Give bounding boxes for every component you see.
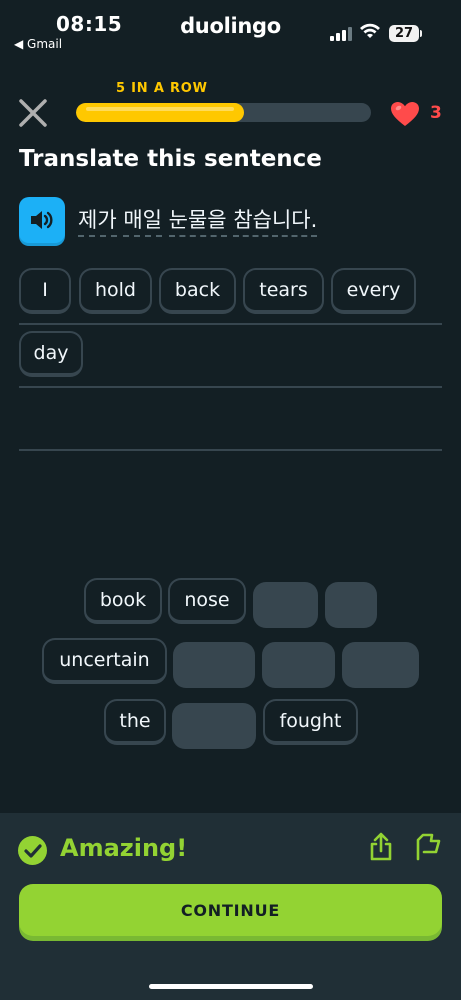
hearts-count: 3: [430, 103, 442, 123]
exercise-title: Translate this sentence: [19, 146, 322, 172]
close-icon[interactable]: [16, 96, 50, 130]
answer-word-chip[interactable]: hold: [79, 268, 152, 314]
word-bank-chip[interactable]: uncertain: [42, 638, 167, 684]
word-bank-chip[interactable]: the: [104, 699, 166, 745]
word-bank-empty-slot: [262, 642, 335, 688]
word-bank-empty-slot: [253, 582, 318, 628]
source-sentence: 제가 매일 눈물을 참습니다.: [78, 204, 318, 237]
answer-word-chip[interactable]: day: [19, 331, 83, 377]
lesson-progress-bar: [76, 103, 371, 122]
word-bank-empty-slot: [172, 703, 256, 749]
feedback-message: Amazing!: [60, 834, 188, 862]
sentence-word[interactable]: 눈물을: [168, 208, 227, 237]
home-indicator[interactable]: [149, 984, 313, 989]
progress-fill: [76, 103, 245, 122]
check-icon: [18, 836, 47, 865]
battery-indicator: 27: [389, 25, 419, 42]
word-bank-empty-slot: [342, 642, 419, 688]
answer-word-chip[interactable]: tears: [243, 268, 324, 314]
speaker-icon: [31, 211, 53, 229]
signal-icon: [330, 27, 352, 41]
answer-word-chip[interactable]: back: [159, 268, 236, 314]
sentence-word[interactable]: 제가: [78, 208, 117, 237]
sentence-word[interactable]: 참습니다.: [233, 208, 318, 237]
sentence-word[interactable]: 매일: [123, 208, 162, 237]
back-to-app-link[interactable]: ◀ Gmail: [14, 37, 62, 51]
answer-word-chip[interactable]: every: [331, 268, 416, 314]
share-icon[interactable]: [368, 832, 394, 862]
answer-word-chip[interactable]: I: [19, 268, 71, 314]
word-bank-empty-slot: [173, 642, 255, 688]
flag-icon[interactable]: [414, 832, 442, 862]
heart-icon: [391, 102, 419, 126]
continue-button[interactable]: CONTINUE: [19, 884, 442, 936]
answer-line: [19, 386, 442, 388]
answer-line: [19, 449, 442, 451]
word-bank-chip[interactable]: nose: [168, 578, 246, 624]
streak-label: 5 IN A ROW: [116, 81, 208, 96]
word-bank-empty-slot: [325, 582, 377, 628]
word-bank-chip[interactable]: book: [84, 578, 162, 624]
wifi-icon: [360, 23, 380, 38]
answer-line: [19, 323, 442, 325]
battery-cap: [420, 30, 422, 37]
play-audio-button[interactable]: [19, 197, 65, 243]
word-bank-chip[interactable]: fought: [263, 699, 358, 745]
